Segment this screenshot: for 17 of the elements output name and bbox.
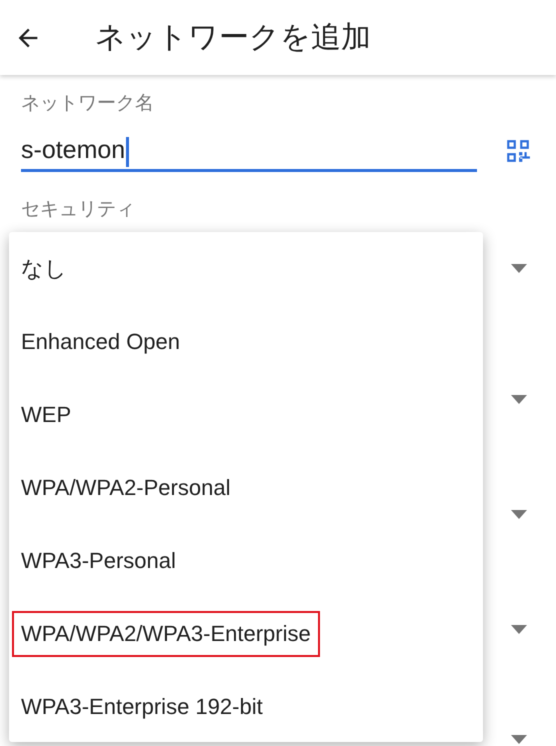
dropdown-caret-icon[interactable]	[511, 625, 527, 634]
menu-option[interactable]: WPA3-Enterprise 192-bit	[12, 684, 272, 730]
network-name-field[interactable]: s-otemon	[21, 130, 477, 172]
qr-code-icon[interactable]	[505, 138, 531, 164]
dropdown-caret-icon[interactable]	[511, 510, 527, 519]
menu-option[interactable]: WPA3-Personal	[12, 538, 185, 584]
dropdown-caret-icon[interactable]	[511, 264, 527, 273]
menu-option[interactable]: WPA/WPA2/WPA3-Enterprise	[12, 610, 320, 656]
dropdown-caret-icon[interactable]	[511, 395, 527, 404]
menu-option[interactable]: なし	[12, 244, 76, 294]
field-label: ネットワーク名	[21, 91, 155, 116]
screen-title: ネットワークを追加	[95, 19, 371, 57]
menu-option[interactable]: Enhanced Open	[12, 318, 190, 364]
menu-option[interactable]: WEP	[12, 392, 80, 438]
field-label: セキュリティ	[21, 197, 136, 222]
menu-option[interactable]: WPA/WPA2-Personal	[12, 464, 240, 510]
dropdown-caret-icon[interactable]	[511, 735, 527, 744]
